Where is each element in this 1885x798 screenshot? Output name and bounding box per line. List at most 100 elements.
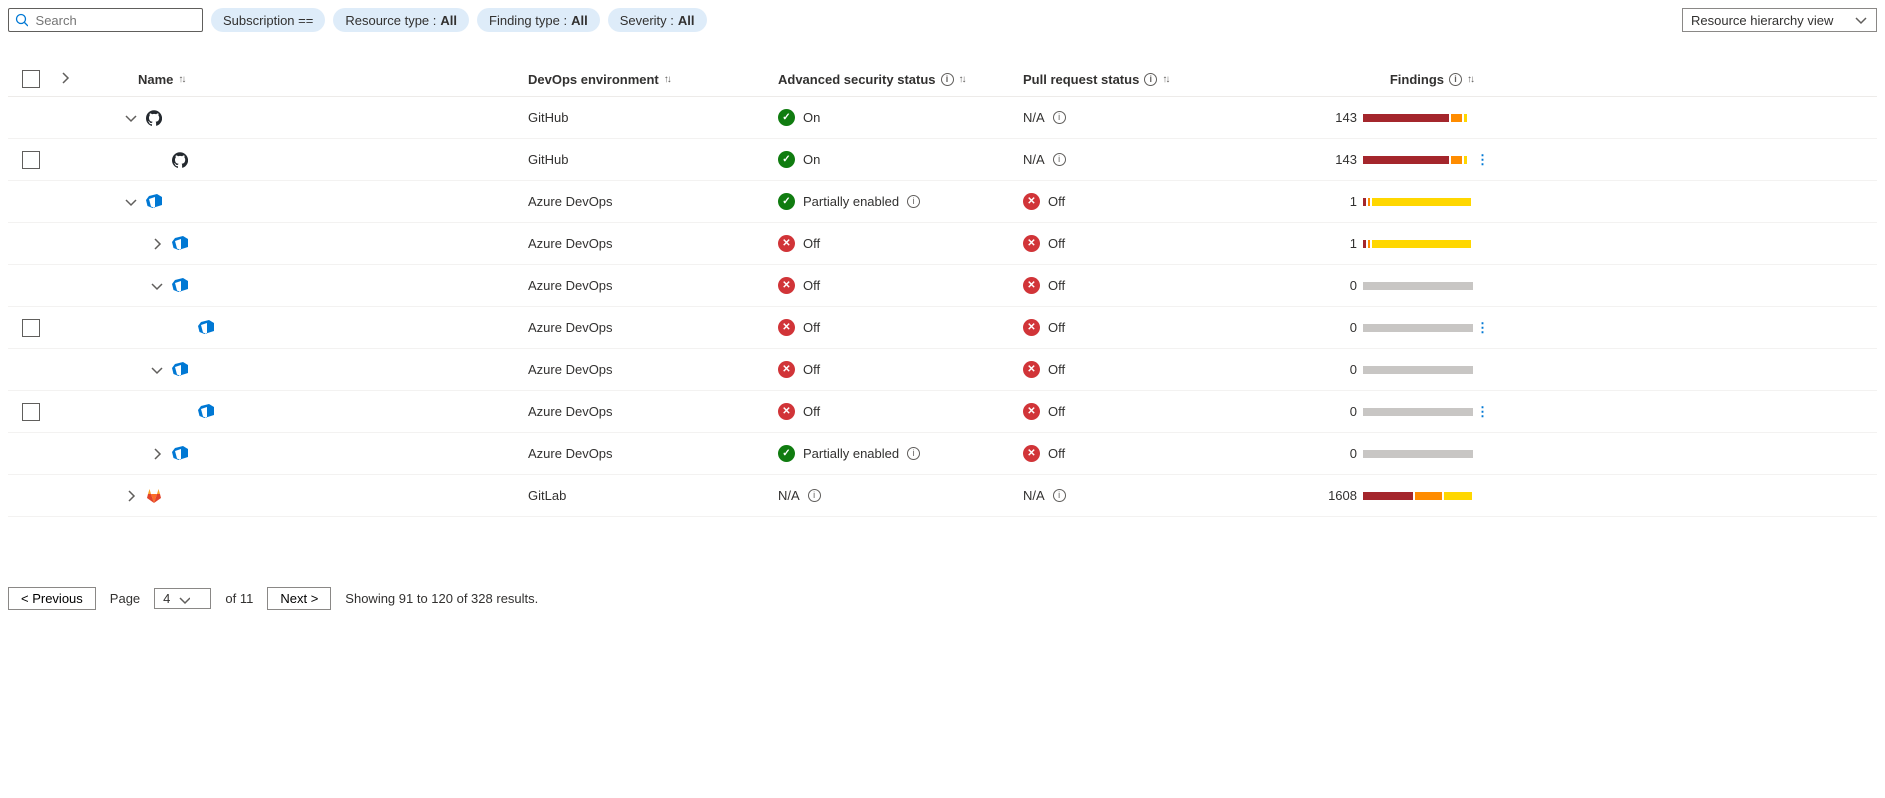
filter-subscription-label: Subscription == xyxy=(223,13,313,28)
info-icon[interactable]: i xyxy=(1053,153,1066,166)
x-icon: ✕ xyxy=(778,277,795,294)
table-row[interactable]: Azure DevOps✓Partially enabledi✕Off1 xyxy=(8,181,1877,223)
column-header-env[interactable]: DevOps environment↑↓ xyxy=(528,72,778,87)
next-page-button[interactable]: Next > xyxy=(267,587,331,610)
gitlab-icon xyxy=(146,488,162,504)
collapse-toggle[interactable] xyxy=(150,279,164,293)
column-header-adv-security[interactable]: Advanced security statusi↑↓ xyxy=(778,72,1023,87)
info-icon[interactable]: i xyxy=(907,447,920,460)
filter-resource-type-label: Resource type : xyxy=(345,13,436,28)
column-header-name[interactable]: Name↑↓ xyxy=(98,72,528,87)
adv-security-cell: ✕Off xyxy=(778,403,1023,420)
collapse-toggle[interactable] xyxy=(150,363,164,377)
x-icon: ✕ xyxy=(778,235,795,252)
search-input[interactable] xyxy=(34,12,196,29)
expand-toggle[interactable] xyxy=(150,237,164,251)
table-row[interactable]: Azure DevOps✕Off✕Off0⋮ xyxy=(8,391,1877,433)
table-row[interactable]: GitHub✓OnN/Ai143 xyxy=(8,97,1877,139)
select-all-checkbox[interactable] xyxy=(22,70,40,88)
page-number-select[interactable]: 4 xyxy=(154,588,211,609)
info-icon[interactable]: i xyxy=(808,489,821,502)
severity-bar xyxy=(1363,240,1473,248)
pr-status-cell: ✕Off xyxy=(1023,277,1273,294)
page-of-label: of 11 xyxy=(225,591,253,606)
pr-status-cell: ✕Off xyxy=(1023,445,1273,462)
adv-security-cell: ✓On xyxy=(778,109,1023,126)
adv-security-cell: ✓Partially enabledi xyxy=(778,445,1023,462)
info-icon[interactable]: i xyxy=(1053,111,1066,124)
sort-icon: ↑↓ xyxy=(1467,74,1473,85)
sort-icon: ↑↓ xyxy=(959,74,965,85)
filter-subscription[interactable]: Subscription == xyxy=(211,8,325,32)
x-icon: ✕ xyxy=(778,319,795,336)
env-cell: GitHub xyxy=(528,152,778,167)
filter-severity[interactable]: Severity : All xyxy=(608,8,707,32)
chevron-down-icon xyxy=(178,593,190,605)
table-row[interactable]: Azure DevOps✕Off✕Off0 xyxy=(8,265,1877,307)
x-icon: ✕ xyxy=(1023,235,1040,252)
env-cell: Azure DevOps xyxy=(528,278,778,293)
ado-icon xyxy=(146,194,162,210)
info-icon[interactable]: i xyxy=(1053,489,1066,502)
adv-security-cell: ✕Off xyxy=(778,361,1023,378)
adv-security-cell: ✕Off xyxy=(778,319,1023,336)
pr-status-cell: ✕Off xyxy=(1023,319,1273,336)
column-header-findings[interactable]: Findingsi↑↓ xyxy=(1273,72,1473,87)
prev-page-button[interactable]: < Previous xyxy=(8,587,96,610)
ado-icon xyxy=(172,278,188,294)
x-icon: ✕ xyxy=(778,403,795,420)
env-cell: Azure DevOps xyxy=(528,404,778,419)
github-icon xyxy=(172,152,188,168)
check-icon: ✓ xyxy=(778,445,795,462)
info-icon[interactable]: i xyxy=(1449,73,1462,86)
column-header-pr-status[interactable]: Pull request statusi↑↓ xyxy=(1023,72,1273,87)
row-more-menu[interactable]: ⋮ xyxy=(1473,152,1493,168)
adv-security-cell: ✕Off xyxy=(778,277,1023,294)
table-row[interactable]: Azure DevOps✕Off✕Off0 xyxy=(8,349,1877,391)
table-row[interactable]: Azure DevOps✕Off✕Off1 xyxy=(8,223,1877,265)
row-more-menu[interactable]: ⋮ xyxy=(1473,320,1493,336)
findings-cell: 143 xyxy=(1273,152,1473,167)
view-mode-select[interactable]: Resource hierarchy view xyxy=(1682,8,1877,32)
filter-severity-value: All xyxy=(678,13,695,28)
view-mode-label: Resource hierarchy view xyxy=(1691,13,1833,28)
collapse-toggle[interactable] xyxy=(124,111,138,125)
adv-security-cell: ✓On xyxy=(778,151,1023,168)
expand-all-toggle[interactable] xyxy=(58,71,72,85)
info-icon[interactable]: i xyxy=(1144,73,1157,86)
collapse-toggle[interactable] xyxy=(124,195,138,209)
findings-cell: 1 xyxy=(1273,236,1473,251)
row-checkbox[interactable] xyxy=(22,151,40,169)
x-icon: ✕ xyxy=(1023,277,1040,294)
results-summary: Showing 91 to 120 of 328 results. xyxy=(345,591,538,606)
severity-bar xyxy=(1363,156,1473,164)
adv-security-cell: ✕Off xyxy=(778,235,1023,252)
row-more-menu[interactable]: ⋮ xyxy=(1473,404,1493,420)
filter-finding-type[interactable]: Finding type : All xyxy=(477,8,600,32)
table-row[interactable]: GitHub✓OnN/Ai143⋮ xyxy=(8,139,1877,181)
x-icon: ✕ xyxy=(1023,403,1040,420)
page-label: Page xyxy=(110,591,140,606)
pr-status-cell: ✕Off xyxy=(1023,235,1273,252)
row-checkbox[interactable] xyxy=(22,403,40,421)
check-icon: ✓ xyxy=(778,193,795,210)
row-checkbox[interactable] xyxy=(22,319,40,337)
pagination-footer: < Previous Page 4 of 11 Next > Showing 9… xyxy=(8,587,1877,610)
info-icon[interactable]: i xyxy=(907,195,920,208)
sort-icon: ↑↓ xyxy=(178,74,184,85)
x-icon: ✕ xyxy=(1023,361,1040,378)
pr-status-cell: N/Ai xyxy=(1023,110,1273,125)
expand-toggle[interactable] xyxy=(124,489,138,503)
check-icon: ✓ xyxy=(778,151,795,168)
table-row[interactable]: Azure DevOps✓Partially enabledi✕Off0 xyxy=(8,433,1877,475)
table-row[interactable]: GitLabN/AiN/Ai1608 xyxy=(8,475,1877,517)
env-cell: Azure DevOps xyxy=(528,194,778,209)
ado-icon xyxy=(198,320,214,336)
table-row[interactable]: Azure DevOps✕Off✕Off0⋮ xyxy=(8,307,1877,349)
info-icon[interactable]: i xyxy=(941,73,954,86)
search-input-container[interactable] xyxy=(8,8,203,32)
findings-cell: 143 xyxy=(1273,110,1473,125)
severity-bar xyxy=(1363,492,1473,500)
filter-resource-type[interactable]: Resource type : All xyxy=(333,8,469,32)
expand-toggle[interactable] xyxy=(150,447,164,461)
